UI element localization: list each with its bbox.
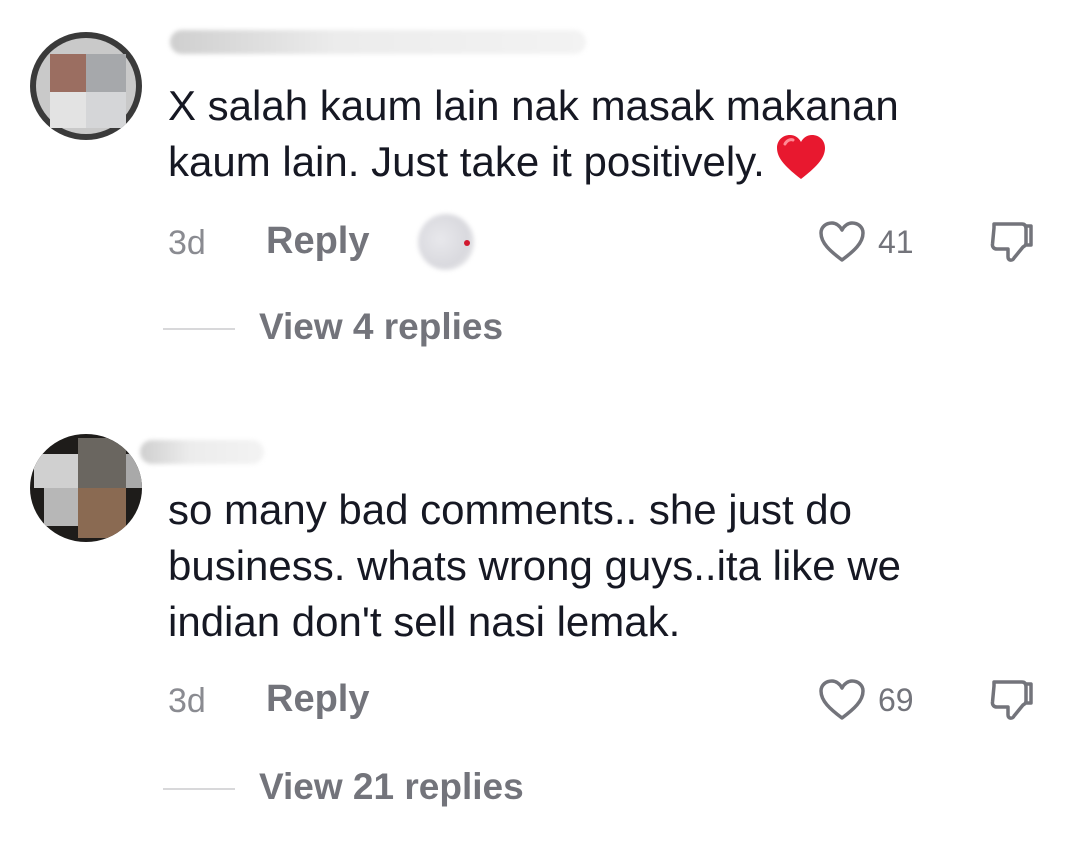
red-heart-emoji-icon (775, 134, 827, 196)
heart-outline-icon (819, 679, 865, 720)
comment-text-line: kaum lain. Just take it positively. (168, 134, 1008, 196)
comment-time: 3d (168, 682, 206, 720)
reply-button[interactable]: Reply (266, 678, 369, 721)
view-replies-button[interactable]: View 4 replies (163, 306, 663, 352)
like-count: 41 (878, 224, 914, 260)
thumbs-down-icon (990, 222, 1033, 262)
comment-text-line: business. whats wrong guys..ita like we (168, 542, 902, 589)
thumbs-down-icon (990, 680, 1033, 720)
username-redacted[interactable] (140, 440, 264, 464)
username-redacted[interactable] (170, 30, 586, 54)
view-replies-button[interactable]: View 21 replies (163, 766, 663, 812)
divider (163, 788, 235, 790)
sticker-dot (464, 240, 470, 246)
like-count: 69 (878, 682, 914, 718)
view-replies-label: View 4 replies (259, 306, 504, 347)
comment-text-segment: kaum lain. Just take it positively. (168, 138, 765, 185)
comment-text: X salah kaum lain nak masak makanan kaum… (168, 78, 1008, 196)
comment-text-line: indian don't sell nasi lemak. (168, 598, 681, 645)
comment-meta: 3d Reply 41 (168, 214, 1048, 271)
reply-button[interactable]: Reply (266, 220, 369, 263)
divider (163, 328, 235, 330)
view-replies-label: View 21 replies (259, 766, 524, 807)
comment-text-line: X salah kaum lain nak masak makanan (168, 82, 899, 129)
comment-time: 3d (168, 224, 206, 262)
avatar[interactable] (30, 434, 142, 542)
dislike-button[interactable] (988, 220, 1036, 271)
dislike-button[interactable] (988, 678, 1036, 729)
heart-outline-icon (819, 221, 865, 262)
comment-text: so many bad comments.. she just do busin… (168, 482, 1008, 650)
comment-meta: 3d Reply 69 (168, 676, 1048, 726)
comment-text-line: so many bad comments.. she just do (168, 486, 852, 533)
avatar[interactable] (30, 32, 142, 140)
